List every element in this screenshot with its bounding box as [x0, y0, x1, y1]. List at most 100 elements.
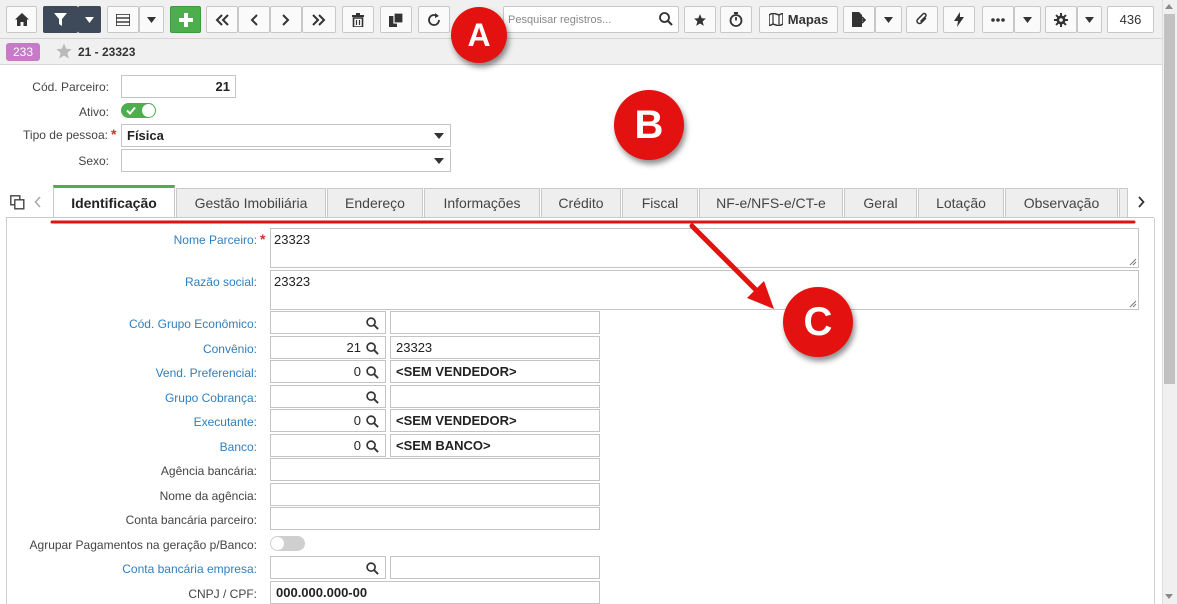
- prev-record-button[interactable]: [238, 6, 270, 33]
- export-button[interactable]: [843, 6, 875, 33]
- executante-label[interactable]: Executante:: [194, 415, 257, 429]
- cnpj-label: CNPJ / CPF:: [188, 587, 257, 601]
- actions-button[interactable]: [943, 6, 975, 33]
- nome-parceiro-label[interactable]: Nome Parceiro:: [174, 233, 257, 247]
- conta-empresa-code[interactable]: [270, 556, 386, 579]
- tab-nfe[interactable]: NF-e/NFS-e/CT-e: [699, 188, 843, 217]
- record-badge: 233: [6, 43, 41, 61]
- conta-parceiro-field[interactable]: [270, 507, 600, 530]
- timer-button[interactable]: [720, 6, 752, 33]
- convenio-label[interactable]: Convênio:: [203, 342, 257, 356]
- tab-observacao[interactable]: Observação: [1005, 188, 1118, 217]
- ativo-toggle[interactable]: [121, 103, 156, 118]
- razao-social-label[interactable]: Razão social:: [185, 275, 257, 289]
- agrupar-label: Agrupar Pagamentos na geração p/Banco:: [29, 538, 257, 552]
- search-icon[interactable]: [366, 342, 379, 355]
- more-dropdown-button[interactable]: [1014, 6, 1041, 33]
- agrupar-toggle[interactable]: [270, 536, 305, 551]
- more-button[interactable]: [982, 6, 1014, 33]
- tab-fiscal[interactable]: Fiscal: [622, 188, 698, 217]
- delete-button[interactable]: [342, 6, 374, 33]
- grupo-cobranca-code[interactable]: [270, 385, 386, 408]
- cod-parceiro-field[interactable]: 21: [121, 75, 236, 98]
- convenio-desc: 23323: [390, 336, 600, 359]
- favorite-button[interactable]: [684, 6, 716, 33]
- resize-grip-icon[interactable]: [1129, 300, 1137, 308]
- filter-button[interactable]: [43, 6, 78, 33]
- record-title: 21 - 23323: [78, 45, 136, 59]
- search-icon[interactable]: [366, 440, 379, 453]
- sexo-select[interactable]: [121, 149, 451, 172]
- copy-tabs-icon[interactable]: [10, 195, 25, 210]
- required-marker: *: [111, 126, 117, 142]
- nome-agencia-field[interactable]: [270, 483, 600, 506]
- favorite-icon: [694, 13, 706, 26]
- search-icon[interactable]: [366, 415, 379, 428]
- scroll-down-icon[interactable]: [1165, 594, 1173, 599]
- timer-icon: [729, 12, 743, 27]
- nome-parceiro-field[interactable]: 23323: [270, 228, 1139, 268]
- executante-desc: <SEM VENDEDOR>: [390, 409, 600, 432]
- tab-credito[interactable]: Crédito: [541, 188, 621, 217]
- tab-identificacao[interactable]: Identificação: [53, 185, 175, 218]
- vendedor-code[interactable]: 0: [270, 360, 386, 383]
- copy-button[interactable]: [380, 6, 412, 33]
- tab-endereco[interactable]: Endereço: [327, 188, 423, 217]
- razao-social-field[interactable]: 23323: [270, 270, 1139, 310]
- settings-dropdown-button[interactable]: [1077, 6, 1102, 33]
- filter-dropdown-button[interactable]: [78, 6, 101, 33]
- tab-lotacao[interactable]: Lotação: [918, 188, 1004, 217]
- tab-gestao-imobiliaria[interactable]: Gestão Imobiliária: [176, 188, 326, 217]
- grid-dropdown-button[interactable]: [139, 6, 164, 33]
- search-icon[interactable]: [659, 12, 673, 26]
- maps-button[interactable]: Mapas: [759, 6, 838, 33]
- banco-label[interactable]: Banco:: [220, 440, 257, 454]
- grid-view-button[interactable]: [107, 6, 139, 33]
- next-record-button[interactable]: [270, 6, 302, 33]
- search-icon[interactable]: [366, 391, 379, 404]
- first-icon: [215, 13, 229, 26]
- toolbar: Mapas 436: [0, 0, 1162, 39]
- star-icon[interactable]: [55, 42, 73, 60]
- banco-code-value: 0: [353, 438, 361, 453]
- tab-geral[interactable]: Geral: [844, 188, 917, 217]
- conta-empresa-label[interactable]: Conta bancária empresa:: [122, 562, 257, 576]
- convenio-code[interactable]: 21: [270, 336, 386, 359]
- cnpj-field[interactable]: 000.000.000-00: [270, 581, 600, 604]
- vendedor-label[interactable]: Vend. Preferencial:: [156, 366, 257, 380]
- tab-scroll-right-icon[interactable]: [1137, 196, 1145, 208]
- agencia-field[interactable]: [270, 458, 600, 481]
- search-input[interactable]: [503, 6, 679, 33]
- grupo-cobranca-label[interactable]: Grupo Cobrança:: [165, 391, 257, 405]
- search-icon[interactable]: [366, 366, 379, 379]
- refresh-button[interactable]: [418, 6, 450, 33]
- grupo-economico-label[interactable]: Cód. Grupo Econômico:: [129, 317, 257, 331]
- first-record-button[interactable]: [206, 6, 238, 33]
- add-button[interactable]: [170, 6, 201, 33]
- callout-b: B: [614, 90, 684, 160]
- agencia-label: Agência bancária:: [160, 464, 257, 478]
- scroll-up-icon[interactable]: [1165, 4, 1173, 9]
- grupo-cobranca-desc: [390, 385, 600, 408]
- tab-scroll-left-icon[interactable]: [34, 196, 42, 208]
- grupo-economico-code[interactable]: [270, 311, 386, 334]
- last-record-button[interactable]: [302, 6, 336, 33]
- scrollbar-thumb[interactable]: [1164, 14, 1175, 384]
- toggle-knob: [142, 104, 155, 117]
- search-icon[interactable]: [366, 317, 379, 330]
- delete-icon: [352, 12, 364, 27]
- settings-button[interactable]: [1045, 6, 1077, 33]
- next-icon: [282, 13, 290, 26]
- search-icon[interactable]: [366, 562, 379, 575]
- resize-grip-icon[interactable]: [1129, 258, 1137, 266]
- attach-button[interactable]: [906, 6, 938, 33]
- home-button[interactable]: [6, 6, 37, 33]
- tab-overflow[interactable]: [1119, 188, 1128, 217]
- tab-informacoes[interactable]: Informações: [424, 188, 540, 217]
- tipo-pessoa-select[interactable]: Física: [121, 124, 451, 147]
- export-dropdown-button[interactable]: [875, 6, 902, 33]
- banco-code[interactable]: 0: [270, 434, 386, 457]
- maps-label: Mapas: [787, 12, 829, 27]
- ativo-label: Ativo:: [78, 105, 109, 119]
- executante-code[interactable]: 0: [270, 409, 386, 432]
